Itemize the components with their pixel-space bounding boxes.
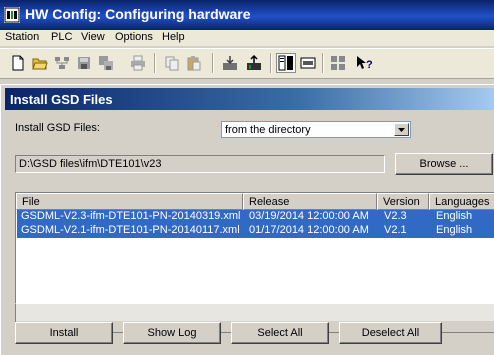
menu-station[interactable]: Station — [5, 31, 39, 43]
source-label: Install GSD Files: — [15, 122, 100, 134]
toolbar-separator — [212, 53, 214, 73]
new-icon[interactable] — [8, 53, 28, 73]
column-header-file[interactable]: File — [16, 193, 243, 210]
open-icon[interactable] — [30, 53, 50, 73]
row-file: GSDML-V2.3-ifm-DTE101-PN-20140319.xml — [21, 210, 241, 222]
gsd-file-list[interactable]: File Release Version Languages GSDML-V2.… — [15, 192, 494, 304]
menu-view[interactable]: View — [81, 31, 105, 43]
table-row[interactable]: GSDML-V2.3-ifm-DTE101-PN-20140319.xml 03… — [17, 210, 494, 224]
save-icon[interactable] — [74, 53, 94, 73]
copy-icon[interactable] — [162, 53, 182, 73]
row-file: GSDML-V2.1-ifm-DTE101-PN-20140117.xml — [21, 224, 240, 236]
app-title-bar: HW Config: Configuring hardware — [0, 0, 494, 30]
module-icon[interactable] — [298, 53, 318, 73]
row-languages: English — [436, 224, 473, 236]
directory-path-field[interactable]: D:\GSD files\ifm\DTE101\v23 — [15, 155, 385, 173]
chevron-down-icon[interactable] — [394, 123, 409, 136]
install-button[interactable]: Install — [15, 322, 113, 344]
app-title: HW Config: Configuring hardware — [25, 6, 251, 22]
column-header-release[interactable]: Release — [243, 193, 377, 210]
column-header-languages[interactable]: Languages — [429, 193, 494, 210]
hw-config-logo-icon — [4, 7, 20, 23]
source-select-value: from the directory — [225, 124, 311, 136]
toolbar: ? — [0, 48, 494, 79]
menu-options[interactable]: Options — [115, 31, 153, 43]
row-languages: English — [436, 210, 473, 222]
select-all-button-label: Select All — [257, 327, 303, 339]
upload-icon[interactable] — [244, 53, 264, 73]
browse-button[interactable]: Browse ... — [395, 153, 493, 175]
menu-plc[interactable]: PLC — [51, 31, 72, 43]
deselect-all-button[interactable]: Deselect All — [339, 322, 442, 344]
row-release: 01/17/2014 12:00:00 AM — [249, 224, 369, 236]
list-header: File Release Version Languages — [16, 193, 494, 210]
dialog-title-bar: Install GSD Files — [5, 88, 494, 110]
select-all-button[interactable]: Select All — [231, 322, 329, 344]
deselect-all-button-label: Deselect All — [361, 327, 420, 339]
table-row[interactable]: GSDML-V2.1-ifm-DTE101-PN-20140117.xml 01… — [17, 224, 494, 238]
toolbar-separator — [270, 53, 272, 73]
row-release: 03/19/2014 12:00:00 AM — [249, 210, 369, 222]
list-horizontal-scrollbar[interactable] — [15, 304, 494, 321]
hardware-icon[interactable] — [328, 53, 348, 73]
catalog-icon[interactable] — [276, 53, 296, 73]
browse-button-label: Browse ... — [419, 158, 469, 170]
column-header-version[interactable]: Version — [377, 193, 429, 210]
show-log-button[interactable]: Show Log — [123, 322, 221, 344]
print-icon[interactable] — [128, 53, 148, 73]
menu-help[interactable]: Help — [162, 31, 185, 43]
menu-bar: Station PLC View Options Help — [0, 30, 494, 46]
row-version: V2.3 — [384, 210, 407, 222]
paste-icon[interactable] — [184, 53, 204, 73]
source-select[interactable]: from the directory — [221, 121, 411, 138]
svg-text:?: ? — [366, 59, 372, 71]
show-log-button-label: Show Log — [147, 327, 197, 339]
save-compile-icon[interactable] — [96, 53, 116, 73]
directory-path-value: D:\GSD files\ifm\DTE101\v23 — [19, 158, 162, 170]
download-icon[interactable] — [220, 53, 240, 73]
dialog-title: Install GSD Files — [10, 92, 113, 107]
network-icon[interactable] — [52, 53, 72, 73]
help-pointer-icon[interactable]: ? — [354, 53, 374, 73]
install-button-label: Install — [49, 327, 79, 339]
toolbar-separator — [154, 53, 156, 73]
toolbar-separator — [322, 53, 324, 73]
row-version: V2.1 — [384, 224, 407, 236]
install-gsd-dialog: Install GSD Files Install GSD Files: fro… — [0, 84, 494, 355]
